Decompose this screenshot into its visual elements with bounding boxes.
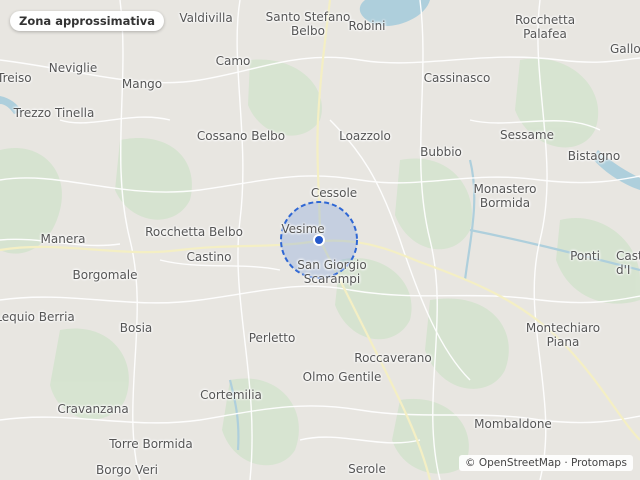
place-label-manera: Manera [40,232,86,246]
zone-badge: Zona approssimativa [10,11,165,31]
place-label-neviglie: Neviglie [48,61,98,75]
place-label-camo: Camo [215,54,251,68]
place-label-cessole: Cessole [310,186,358,200]
place-label-montechiaro-piana: Montechiaro Piana [525,321,601,349]
place-label-monastero-bormida: Monastero Bormida [473,182,537,210]
place-label-loazzolo: Loazzolo [339,129,391,143]
place-label-ponti: Ponti [570,249,600,263]
place-label-valdivilla: Valdivilla [179,11,233,25]
place-label-castel-d: Castd'I [616,249,640,277]
place-label-bosia: Bosia [119,321,153,335]
place-label-borgomale: Borgomale [72,268,138,282]
place-label-cassinasco: Cassinasco [423,71,491,85]
location-marker [313,234,325,246]
place-label-vesime: Vesime [281,222,325,236]
place-label-mombaldone: Mombaldone [474,417,552,431]
place-label-santo-stefano-belbo: Santo Stefano Belbo [265,10,351,38]
place-label-roccaverano: Roccaverano [354,351,432,365]
place-label-gallo: Gallo [610,42,640,56]
place-label-bistagno: Bistagno [567,149,621,163]
place-label-lequio-berria: Lequio Berria [0,310,75,324]
place-label-cortemilia: Cortemilia [200,388,262,402]
place-label-trezzo-tinella: Trezzo Tinella [13,106,95,120]
place-label-mango: Mango [121,77,163,91]
map-attribution[interactable]: © OpenStreetMap · Protomaps [459,455,633,471]
place-label-cossano-belbo: Cossano Belbo [196,129,286,143]
place-label-rocchetta-belbo: Rocchetta Belbo [145,225,243,239]
place-label-olmo-gentile: Olmo Gentile [302,370,382,384]
place-label-torre-bormida: Torre Bormida [109,437,193,451]
place-label-robini: Robini [348,19,386,33]
place-label-cravanzana: Cravanzana [57,402,129,416]
place-label-san-giorgio-scarampi: San Giorgio Scarampi [297,258,367,286]
place-label-borgo-veri: Borgo Veri [96,463,158,477]
place-label-bubbio: Bubbio [420,145,462,159]
map-view[interactable]: Valdivilla Santo Stefano Belbo Robini Roc… [0,0,640,480]
place-label-treiso: Treiso [0,71,32,85]
place-label-perletto: Perletto [248,331,296,345]
place-label-castino: Castino [186,250,232,264]
place-label-sessame: Sessame [500,128,554,142]
place-label-serole: Serole [348,462,386,476]
place-label-rocchetta-palafea: Rocchetta Palafea [514,13,576,41]
